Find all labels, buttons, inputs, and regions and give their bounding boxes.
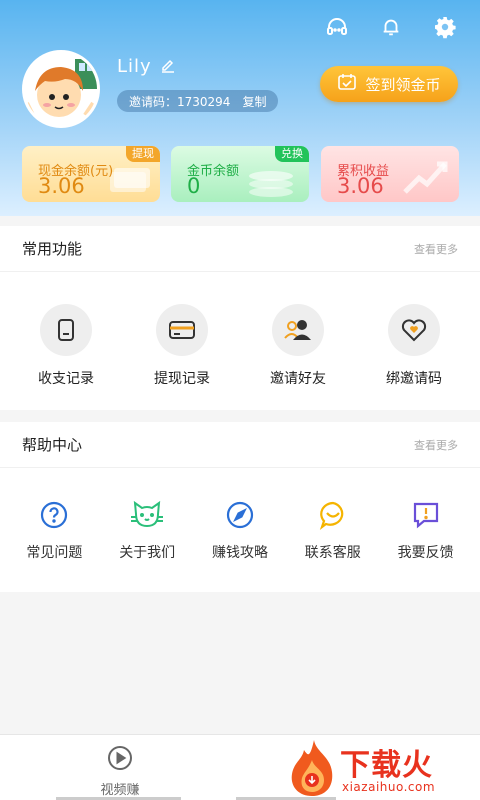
help-center-header: 帮助中心 查看更多 [0,422,480,468]
invite-code-pill: 邀请码：1730294 复制 [117,90,279,112]
total-earnings-card[interactable]: 累积收益 3.06 [321,146,459,202]
compass-icon [223,498,257,532]
func-label: 提现记录 [154,371,210,387]
common-functions-title: 常用功能 [22,240,83,258]
tab-video-earn-label: 视频赚 [100,783,140,798]
help-label: 常见问题 [26,545,83,561]
help-item-about[interactable]: 关于我们 [103,498,191,562]
help-center-grid: 常见问题 关于我们 赚钱攻略 联系客服 我要反馈 [0,498,480,562]
watermark-url: xiazaihuo.com [342,780,436,794]
cat-icon [130,498,164,532]
func-item-invite-friends[interactable]: 邀请好友 [243,304,353,388]
invite-code-text: 邀请码：1730294 [129,94,231,109]
play-circle-icon [107,745,133,775]
coin-balance-card[interactable]: 金币余额 0 兑换 [171,146,309,202]
help-center-more-link[interactable]: 查看更多 [414,437,458,453]
card-icon [156,304,208,356]
help-item-feedback[interactable]: 我要反馈 [382,498,470,562]
help-center-title: 帮助中心 [22,436,83,454]
heart-bind-icon [388,304,440,356]
total-earnings-value: 3.06 [337,174,384,198]
common-functions-section: 常用功能 查看更多 收支记录 提现记录 邀请好友 绑邀请码 [0,226,480,410]
help-label: 联系客服 [304,545,361,561]
headset-icon[interactable] [324,14,350,40]
top-icons [324,14,458,40]
func-item-records[interactable]: 收支记录 [11,304,121,388]
exchange-tag[interactable]: 兑换 [275,146,309,162]
checkin-button[interactable]: 签到领金币 [320,66,458,102]
help-label: 赚钱攻略 [211,545,268,561]
watermark-title: 下载火 [340,748,433,783]
question-icon [37,498,71,532]
func-label: 绑邀请码 [386,371,442,387]
avatar[interactable] [22,50,100,128]
help-label: 我要反馈 [397,545,454,561]
flame-logo-icon [291,740,333,796]
gear-icon[interactable] [432,14,458,40]
cash-balance-value: 3.06 [38,174,85,198]
site-watermark: 下载火 xiazaihuo.com [286,738,480,800]
func-item-withdraw-records[interactable]: 提现记录 [127,304,237,388]
copy-button[interactable]: 复制 [242,93,266,110]
smile-chat-icon [316,498,350,532]
help-item-guide[interactable]: 赚钱攻略 [196,498,284,562]
help-label: 关于我们 [119,545,176,561]
profile-header: Lily 邀请码：1730294 复制 签到领金币 现金余额(元) 3.06 提… [0,0,480,216]
coin-balance-value: 0 [187,174,201,198]
cash-balance-card[interactable]: 现金余额(元) 3.06 提现 [22,146,160,202]
edit-pencil-icon[interactable] [160,57,176,77]
withdraw-tag[interactable]: 提现 [126,146,160,162]
func-item-bind-code[interactable]: 绑邀请码 [359,304,469,388]
common-functions-header: 常用功能 查看更多 [0,226,480,272]
tab-video-earn[interactable]: 视频赚 [70,745,170,798]
feedback-icon [409,498,443,532]
friends-icon [272,304,324,356]
checkin-label: 签到领金币 [365,75,441,94]
calendar-check-icon [337,72,357,96]
common-functions-grid: 收支记录 提现记录 邀请好友 绑邀请码 [0,304,480,388]
help-center-section: 帮助中心 查看更多 常见问题 关于我们 赚钱攻略 联系客服 我要反馈 [0,422,480,592]
func-label: 收支记录 [38,371,94,387]
username: Lily [117,56,152,77]
help-item-support[interactable]: 联系客服 [289,498,377,562]
func-label: 邀请好友 [270,371,326,387]
username-row: Lily [117,56,176,77]
receipt-icon [40,304,92,356]
common-functions-more-link[interactable]: 查看更多 [414,241,458,257]
help-item-faq[interactable]: 常见问题 [10,498,98,562]
bell-icon[interactable] [378,14,404,40]
